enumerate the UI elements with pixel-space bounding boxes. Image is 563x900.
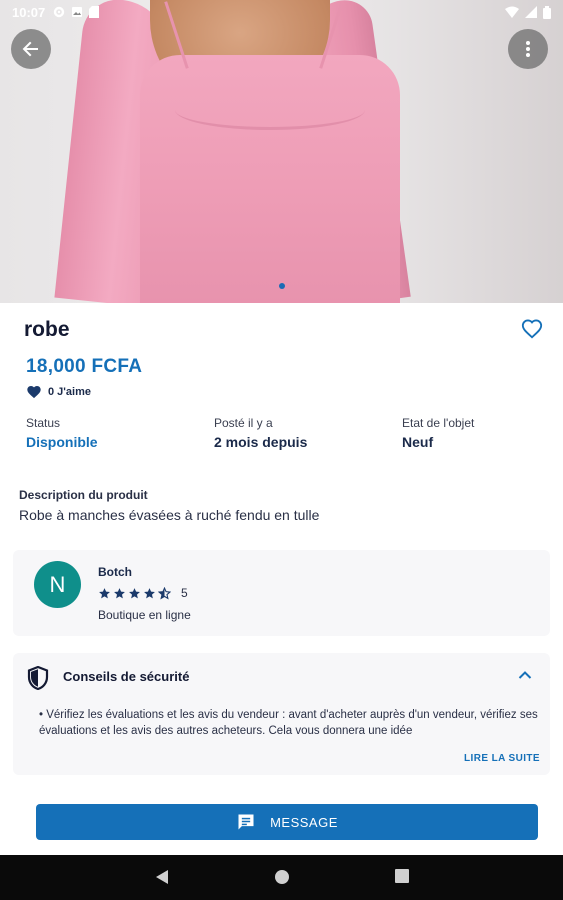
product-price: 18,000 FCFA (26, 356, 143, 377)
star-icon (114, 587, 125, 598)
product-title: robe (24, 318, 70, 341)
star-icon (144, 587, 155, 598)
more-options-button[interactable] (508, 29, 548, 69)
description-text: Robe à manches évasées à ruché fendu en … (19, 507, 320, 523)
status-bar: 10:07 (0, 0, 563, 24)
message-button[interactable]: MESSAGE (36, 804, 538, 840)
message-label: MESSAGE (270, 814, 338, 830)
status-time: 10:07 (12, 4, 46, 20)
rating-value: 5 (181, 586, 188, 600)
seller-card[interactable]: N Botch 5 Boutique en ligne (13, 550, 550, 636)
condition-info: Etat de l'objet Neuf (402, 416, 474, 450)
settings-icon (54, 6, 65, 18)
image-dress-fold (175, 90, 365, 130)
safety-tips-card: Conseils de sécurité • Vérifiez les éval… (13, 653, 550, 775)
safety-title: Conseils de sécurité (63, 669, 190, 684)
likes-count: 0 J'aime (26, 384, 91, 399)
star-icon (129, 587, 140, 598)
nav-recents-icon[interactable] (395, 869, 409, 883)
description-label: Description du produit (19, 488, 148, 502)
status-label: Status (26, 416, 61, 430)
posted-value: 2 mois depuis (214, 434, 308, 450)
seller-rating: 5 (98, 586, 188, 600)
nav-back-icon[interactable] (155, 869, 169, 885)
status-value: Disponible (26, 434, 98, 450)
safety-text: • Vérifiez les évaluations et les avis d… (39, 709, 538, 737)
star-icon (99, 587, 110, 598)
back-button[interactable] (11, 29, 51, 69)
chat-icon (238, 814, 254, 830)
likes-label: 0 J'aime (48, 385, 91, 398)
system-nav-bar (0, 855, 563, 900)
favorite-button[interactable] (521, 318, 545, 342)
battery-icon (543, 5, 551, 19)
posted-label: Posté il y a (214, 416, 273, 430)
read-more-link[interactable]: LIRE LA SUITE (464, 753, 540, 764)
status-info: Status Disponible (26, 416, 98, 450)
nav-home-icon[interactable] (274, 869, 290, 885)
chevron-up-icon[interactable] (518, 670, 532, 680)
seller-type: Boutique en ligne (98, 608, 191, 622)
seller-avatar: N (34, 561, 81, 608)
shield-icon (27, 666, 49, 690)
seller-name: Botch (98, 565, 132, 579)
wifi-icon (505, 6, 519, 18)
signal-icon (525, 6, 537, 18)
sd-card-icon (89, 6, 100, 18)
condition-value: Neuf (402, 434, 434, 450)
photo-notification-icon (72, 7, 83, 17)
carousel-dot-indicator (279, 283, 285, 289)
heart-outline-icon (521, 319, 543, 339)
star-half-icon (158, 586, 171, 599)
product-image[interactable] (0, 0, 563, 303)
arrow-back-icon (22, 41, 38, 57)
posted-info: Posté il y a 2 mois depuis (214, 416, 307, 450)
more-vert-icon (526, 41, 530, 57)
heart-filled-icon (27, 385, 41, 399)
condition-label: Etat de l'objet (402, 416, 475, 430)
